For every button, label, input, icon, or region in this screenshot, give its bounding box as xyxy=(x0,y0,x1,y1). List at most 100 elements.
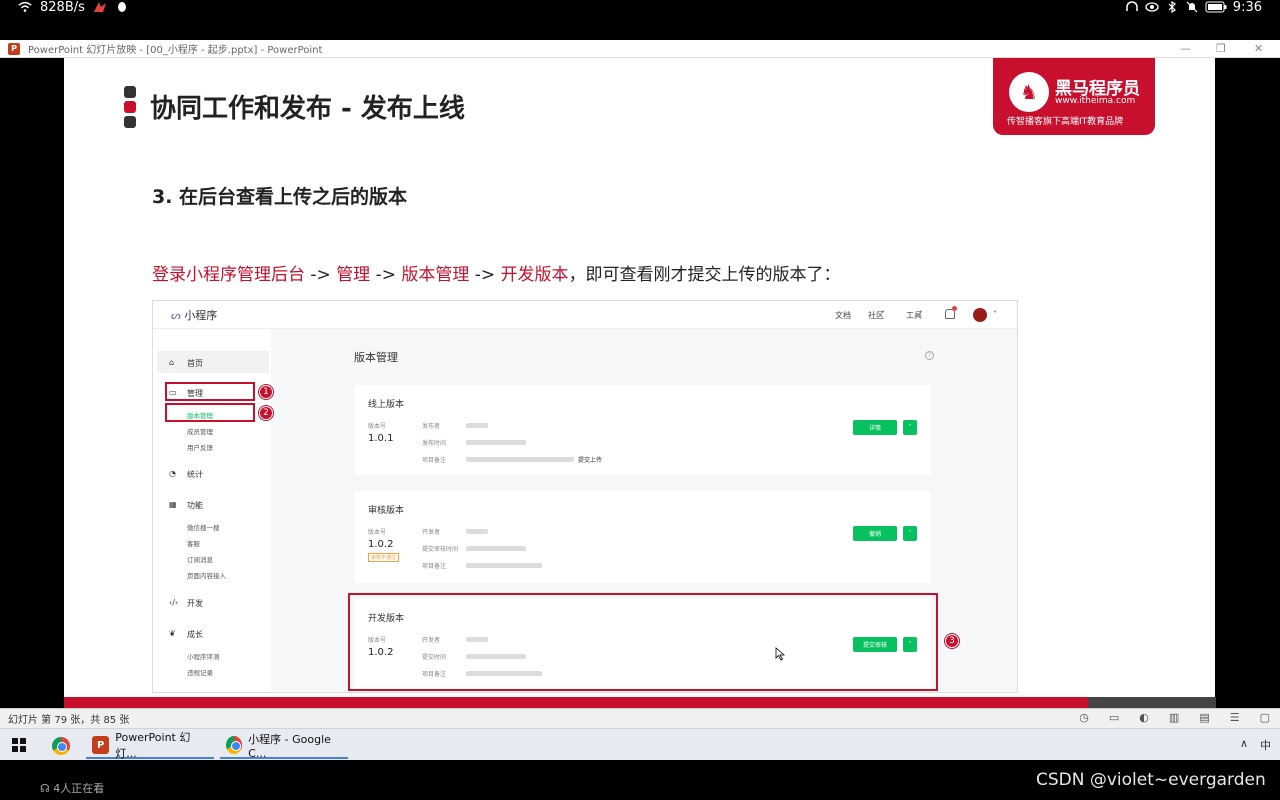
slide-footer-dark xyxy=(1088,697,1216,708)
slide-canvas: 协同工作和发布 - 发布上线 ♞ 黑马程序员 www.itheima.com 传… xyxy=(64,58,1215,698)
sidebar-item-feedback[interactable]: 用户反馈 xyxy=(187,442,213,452)
ppt-status-bar: 幻灯片 第 79 张，共 85 张 ◷ ▭ ◐ ▥ ▤ ☰ ▢ xyxy=(0,708,1280,728)
taskbar-chrome-window[interactable]: 小程序 - Google C... xyxy=(220,732,348,760)
field-label: 项目备注 xyxy=(422,457,447,464)
review-version-card: 审核版本 版本号 1.0.2 审核不通过 开发者 提交审核时间 项目备注 撤销 … xyxy=(354,491,931,583)
sidebar-item-page-content[interactable]: 页面内容接入 xyxy=(187,570,226,580)
slide-sorter-icon[interactable]: ▥ xyxy=(1169,711,1179,724)
card-title: 线上版本 xyxy=(368,400,405,410)
sidebar-item-members[interactable]: 成员管理 xyxy=(187,426,213,436)
online-version-card: 线上版本 版本号 1.0.1 发布者 发布时间 项目备注 提交上传 详情 ˅ xyxy=(354,385,931,475)
growth-icon: ❦ xyxy=(169,629,176,638)
title-marker-icon xyxy=(124,86,138,128)
taskbar-chrome-pinned[interactable] xyxy=(46,733,76,759)
step-manage: 管理 xyxy=(336,265,371,285)
header-link-docs[interactable]: 文档 xyxy=(835,310,851,321)
close-button[interactable]: ✕ xyxy=(1254,42,1263,55)
sidebar-item-evaluation[interactable]: 小程序评测 xyxy=(187,651,220,661)
instruction-rest: ，即可查看刚才提交上传的版本了： xyxy=(568,265,841,285)
bluetooth-icon xyxy=(1168,1,1176,13)
chevron-down-icon: ˅ xyxy=(993,310,997,319)
slide-counter: 幻灯片 第 79 张，共 85 张 xyxy=(8,715,130,726)
notification-dot xyxy=(952,306,957,311)
app-notification-icon xyxy=(93,2,106,12)
highlight-dev-version xyxy=(348,593,938,691)
notes-icon[interactable]: ▤ xyxy=(1199,711,1209,724)
field-label: 开发者 xyxy=(422,529,441,536)
brand-url: www.itheima.com xyxy=(1055,96,1136,106)
window-title: PowerPoint 幻灯片放映 - [00_小程序 - 起步.pptx] - … xyxy=(28,45,323,56)
step-version-manage: 版本管理 xyxy=(401,265,470,285)
taskbar-label: 小程序 - Google C... xyxy=(248,732,331,760)
chevron-down-icon: ˅ xyxy=(881,310,885,319)
arrow-sep: -> xyxy=(370,265,402,285)
pie-chart-icon: ◔ xyxy=(169,469,176,478)
clock: 9:36 xyxy=(1232,0,1262,15)
brand-logo-block: ♞ 黑马程序员 www.itheima.com 传智播客旗下高端IT教育品牌 xyxy=(993,58,1155,135)
field-label: 项目备注 xyxy=(422,563,447,570)
step-badge-2: 2 xyxy=(259,406,273,420)
viewers-count: ☊ 4人正在看 xyxy=(40,780,104,796)
embedded-admin-screenshot: ᔕ 小程序 文档 社区 ˅ 工具 ˅ ˅ ⌂ 首页 ▭ 管理 版本管理 成员管理… xyxy=(152,300,1018,693)
eye-icon xyxy=(1145,2,1159,12)
taskbar-label: PowerPoint 幻灯... xyxy=(115,731,191,760)
windows-taskbar: P PowerPoint 幻灯... 小程序 - Google C... ∧ 中 xyxy=(0,728,1280,760)
step-badge-1: 1 xyxy=(259,385,273,399)
sidebar-item-violations[interactable]: 违规记录 xyxy=(187,667,213,677)
mini-program-logo: ᔕ 小程序 xyxy=(171,307,217,323)
version-label: 版本号 xyxy=(368,423,387,430)
sidebar-item-dev[interactable]: 开发 xyxy=(187,598,203,609)
sidebar-item-stats[interactable]: 统计 xyxy=(187,469,203,480)
powerpoint-icon: P xyxy=(92,736,110,754)
instruction-text: 登录小程序管理后台 -> 管理 -> 版本管理 -> 开发版本，即可查看刚才提交… xyxy=(152,260,841,285)
blurred-value xyxy=(466,440,526,445)
slideshow-timer-icon[interactable]: ◷ xyxy=(1079,711,1089,724)
field-label: 提交审核时间 xyxy=(422,546,459,553)
blurred-value xyxy=(466,563,542,568)
admin-header: ᔕ 小程序 文档 社区 ˅ 工具 ˅ ˅ xyxy=(153,301,1017,329)
revoke-button[interactable]: 撤销 xyxy=(853,526,897,541)
app-name: 小程序 xyxy=(184,309,218,322)
sidebar-item-subscribe-msg[interactable]: 订阅消息 xyxy=(187,554,213,564)
chevron-down-icon[interactable]: ˅ xyxy=(903,420,917,435)
arrow-sep: -> xyxy=(305,265,337,285)
minimize-button[interactable]: — xyxy=(1180,42,1191,55)
slide-subtitle: 3. 在后台查看上传之后的版本 xyxy=(152,186,408,208)
brand-slogan: 传智播客旗下高端IT教育品牌 xyxy=(1007,117,1124,127)
restore-button[interactable]: ❐ xyxy=(1216,42,1226,55)
details-button[interactable]: 详情 xyxy=(853,420,897,435)
chevron-down-icon[interactable]: ˅ xyxy=(903,526,917,541)
version-number: 1.0.1 xyxy=(368,433,394,444)
home-icon: ⌂ xyxy=(169,358,175,367)
taskbar-powerpoint[interactable]: P PowerPoint 幻灯... xyxy=(86,731,214,760)
blurred-value xyxy=(466,546,526,551)
fit-icon[interactable]: ▢ xyxy=(1260,711,1270,724)
qq-icon xyxy=(117,2,126,12)
avatar[interactable] xyxy=(973,308,987,322)
version-number: 1.0.2 xyxy=(368,539,394,550)
sidebar-item-home[interactable]: 首页 xyxy=(187,358,203,369)
live-stream-bar: ☊ 4人正在看 CSDN @violet~evergarden xyxy=(0,760,1280,800)
highlight-version-manage xyxy=(165,403,255,422)
chevron-down-icon: ˅ xyxy=(919,310,923,319)
csdn-watermark: CSDN @violet~evergarden xyxy=(1036,770,1266,790)
help-icon[interactable]: ? xyxy=(925,351,934,360)
sidebar-item-wechat-search[interactable]: 微信搜一搜 xyxy=(187,522,220,532)
windows-start-icon[interactable] xyxy=(12,738,26,752)
menu-icon[interactable]: ☰ xyxy=(1230,711,1240,724)
headset-icon: ☊ xyxy=(40,782,50,795)
normal-view-icon[interactable]: ▭ xyxy=(1109,711,1119,724)
sidebar-item-growth[interactable]: 成长 xyxy=(187,629,203,640)
page-title: 版本管理 xyxy=(354,351,398,364)
ppt-window-titlebar: P PowerPoint 幻灯片放映 - [00_小程序 - 起步.pptx] … xyxy=(0,40,1280,58)
reading-view-icon[interactable]: ◐ xyxy=(1139,711,1149,724)
version-label: 版本号 xyxy=(368,529,387,536)
ime-indicator[interactable]: 中 xyxy=(1260,737,1271,753)
headphones-icon xyxy=(1126,1,1138,11)
sidebar-item-customer-service[interactable]: 客服 xyxy=(187,538,200,548)
battery-icon xyxy=(1205,1,1227,13)
sidebar-item-features[interactable]: 功能 xyxy=(187,500,203,511)
field-label: 发布者 xyxy=(422,423,441,430)
tray-chevron-up-icon[interactable]: ∧ xyxy=(1240,737,1248,750)
status-badge: 审核不通过 xyxy=(368,553,400,562)
